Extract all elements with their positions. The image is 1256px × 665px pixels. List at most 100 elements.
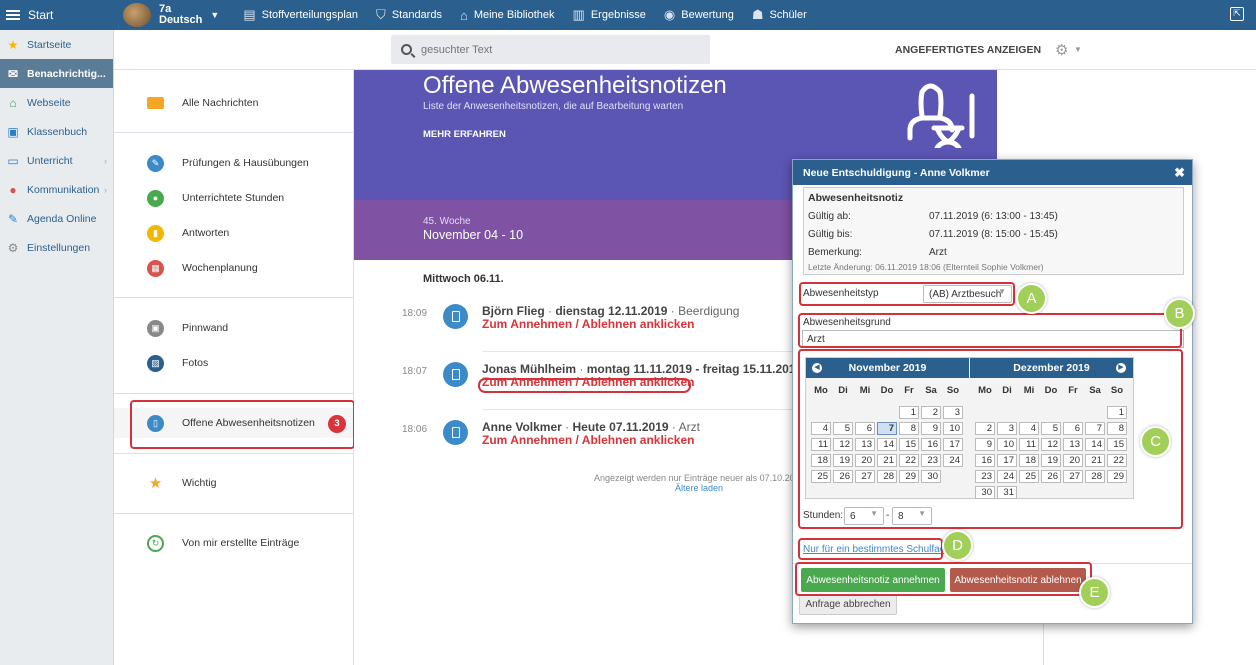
absence-reason-input[interactable]: Arzt xyxy=(802,330,1184,348)
calendar-day[interactable]: 27 xyxy=(1063,470,1083,483)
calendar-day[interactable]: 19 xyxy=(1041,454,1061,467)
calendar-day[interactable]: 8 xyxy=(1107,422,1127,435)
hours-to-select[interactable]: 8 ▼ xyxy=(892,507,932,525)
calendar-day[interactable]: 28 xyxy=(1085,470,1105,483)
calendar-day[interactable]: 12 xyxy=(833,438,853,451)
class-selector[interactable]: 7a Deutsch ▼ xyxy=(123,3,219,27)
calendar-day[interactable]: 26 xyxy=(833,470,853,483)
window-switch-icon[interactable]: ⇱ xyxy=(1230,7,1244,21)
calendar-day[interactable]: 29 xyxy=(1107,470,1127,483)
start-menu-button[interactable]: Start xyxy=(0,8,115,22)
folder-fotos[interactable]: ▨ Fotos xyxy=(114,348,354,378)
calendar-day[interactable]: 22 xyxy=(899,454,919,467)
folder-pinnwand[interactable]: ▣ Pinnwand xyxy=(114,313,354,343)
sidebar-item-kommunikation[interactable]: ● Kommunikation › xyxy=(0,175,113,204)
calendar-day[interactable]: 5 xyxy=(833,422,853,435)
sidebar-item-benachrichtigungen[interactable]: ✉ Benachrichtig... xyxy=(0,59,113,88)
calendar-day[interactable]: 3 xyxy=(997,422,1017,435)
folder-wichtig[interactable]: ★ Wichtig xyxy=(114,468,354,498)
calendar-day[interactable]: 15 xyxy=(899,438,919,451)
folder-antworten[interactable]: ▮ Antworten xyxy=(114,218,354,248)
calendar-day[interactable]: 2 xyxy=(975,422,995,435)
calendar-day[interactable]: 31 xyxy=(997,486,1017,499)
calendar-day[interactable]: 26 xyxy=(1041,470,1061,483)
calendar-day[interactable]: 20 xyxy=(855,454,875,467)
calendar-day[interactable]: 13 xyxy=(1063,438,1083,451)
next-month-icon[interactable]: ▶ xyxy=(1116,363,1126,373)
calendar-day[interactable]: 30 xyxy=(975,486,995,499)
calendar-day[interactable]: 7 xyxy=(1085,422,1105,435)
calendar-day[interactable]: 4 xyxy=(811,422,831,435)
calendar-day[interactable]: 17 xyxy=(943,438,963,451)
calendar-day[interactable]: 21 xyxy=(877,454,897,467)
nav-meine-bibliothek[interactable]: ⌂ Meine Bibliothek xyxy=(460,8,555,23)
hours-from-select[interactable]: 6 ▼ xyxy=(844,507,884,525)
calendar-day[interactable]: 16 xyxy=(921,438,941,451)
folder-offene-abwesenheitsnotizen[interactable]: ▯ Offene Abwesenheitsnotizen 3 xyxy=(114,408,354,438)
folder-unterrichtete-stunden[interactable]: ● Unterrichtete Stunden xyxy=(114,183,354,213)
calendar-day[interactable]: 18 xyxy=(811,454,831,467)
nav-ergebnisse[interactable]: ▥ Ergebnisse xyxy=(573,7,646,23)
sidebar-item-unterricht[interactable]: ▭ Unterricht › xyxy=(0,146,113,175)
calendar-day[interactable]: 22 xyxy=(1107,454,1127,467)
cancel-button[interactable]: Anfrage abbrechen xyxy=(799,594,897,615)
calendar-day[interactable]: 7 xyxy=(877,422,897,435)
gear-icon[interactable]: ⚙ xyxy=(1055,41,1068,59)
calendar-day[interactable]: 28 xyxy=(877,470,897,483)
show-done-button[interactable]: ANGEFERTIGTES ANZEIGEN xyxy=(895,44,1041,56)
nav-stoffverteilungsplan[interactable]: ▤ Stoffverteilungsplan xyxy=(243,7,358,23)
calendar-day[interactable]: 12 xyxy=(1041,438,1061,451)
calendar-day[interactable]: 14 xyxy=(877,438,897,451)
calendar-day[interactable]: 24 xyxy=(997,470,1017,483)
calendar-day[interactable]: 1 xyxy=(1107,406,1127,419)
calendar-day[interactable]: 25 xyxy=(811,470,831,483)
calendar-day[interactable]: 5 xyxy=(1041,422,1061,435)
nav-schueler[interactable]: ☗ Schüler xyxy=(752,7,807,23)
calendar-day[interactable]: 3 xyxy=(943,406,963,419)
nav-bewertung[interactable]: ◉ Bewertung xyxy=(664,7,734,23)
nav-standards[interactable]: ⛉ Standards xyxy=(376,7,442,23)
calendar-day[interactable]: 29 xyxy=(899,470,919,483)
calendar-day[interactable]: 15 xyxy=(1107,438,1127,451)
calendar-day[interactable]: 14 xyxy=(1085,438,1105,451)
sidebar-item-einstellungen[interactable]: ⚙ Einstellungen xyxy=(0,233,113,262)
prev-month-icon[interactable]: ◀ xyxy=(812,363,822,373)
calendar-day[interactable]: 25 xyxy=(1019,470,1039,483)
calendar-day[interactable]: 21 xyxy=(1085,454,1105,467)
calendar-day[interactable]: 13 xyxy=(855,438,875,451)
close-icon[interactable]: ✖ xyxy=(1174,165,1185,181)
folder-von-mir-erstellt[interactable]: ↻ Von mir erstellte Einträge xyxy=(114,528,354,558)
calendar-day[interactable]: 11 xyxy=(1019,438,1039,451)
calendar-day[interactable]: 8 xyxy=(899,422,919,435)
calendar-day[interactable]: 24 xyxy=(943,454,963,467)
calendar-day[interactable]: 23 xyxy=(975,470,995,483)
sidebar-item-webseite[interactable]: ⌂ Webseite xyxy=(0,88,113,117)
folder-alle-nachrichten[interactable]: Alle Nachrichten xyxy=(114,88,354,118)
calendar-day[interactable]: 6 xyxy=(1063,422,1083,435)
calendar-day[interactable]: 19 xyxy=(833,454,853,467)
accept-reject-link[interactable]: Zum Annehmen / Ablehnen anklicken xyxy=(482,375,694,389)
calendar-day[interactable]: 18 xyxy=(1019,454,1039,467)
folder-pruefungen[interactable]: ✎ Prüfungen & Hausübungen xyxy=(114,148,354,178)
calendar-day[interactable]: 10 xyxy=(997,438,1017,451)
search-input[interactable] xyxy=(421,43,691,56)
accept-reject-link[interactable]: Zum Annehmen / Ablehnen anklicken xyxy=(482,433,694,447)
calendar-day[interactable]: 16 xyxy=(975,454,995,467)
calendar-day[interactable]: 11 xyxy=(811,438,831,451)
calendar-day[interactable]: 27 xyxy=(855,470,875,483)
accept-reject-link[interactable]: Zum Annehmen / Ablehnen anklicken xyxy=(482,317,694,331)
sidebar-item-startseite[interactable]: ★ Startseite xyxy=(0,30,113,59)
calendar-day[interactable]: 10 xyxy=(943,422,963,435)
folder-wochenplanung[interactable]: ▦ Wochenplanung xyxy=(114,253,354,283)
absence-type-select[interactable]: (AB) Arztbesuch ▼ xyxy=(923,285,1012,303)
calendar-day[interactable]: 2 xyxy=(921,406,941,419)
accept-button[interactable]: Abwesenheitsnotiz annehmen xyxy=(801,568,945,592)
caret-down-icon[interactable]: ▼ xyxy=(1074,45,1082,54)
reject-button[interactable]: Abwesenheitsnotiz ablehnen xyxy=(950,568,1086,592)
calendar-day[interactable]: 4 xyxy=(1019,422,1039,435)
calendar-day[interactable]: 30 xyxy=(921,470,941,483)
subject-only-link[interactable]: Nur für ein bestimmtes Schulfach xyxy=(803,544,950,555)
calendar-day[interactable]: 1 xyxy=(899,406,919,419)
calendar-day[interactable]: 20 xyxy=(1063,454,1083,467)
sidebar-item-agenda-online[interactable]: ✎ Agenda Online xyxy=(0,204,113,233)
